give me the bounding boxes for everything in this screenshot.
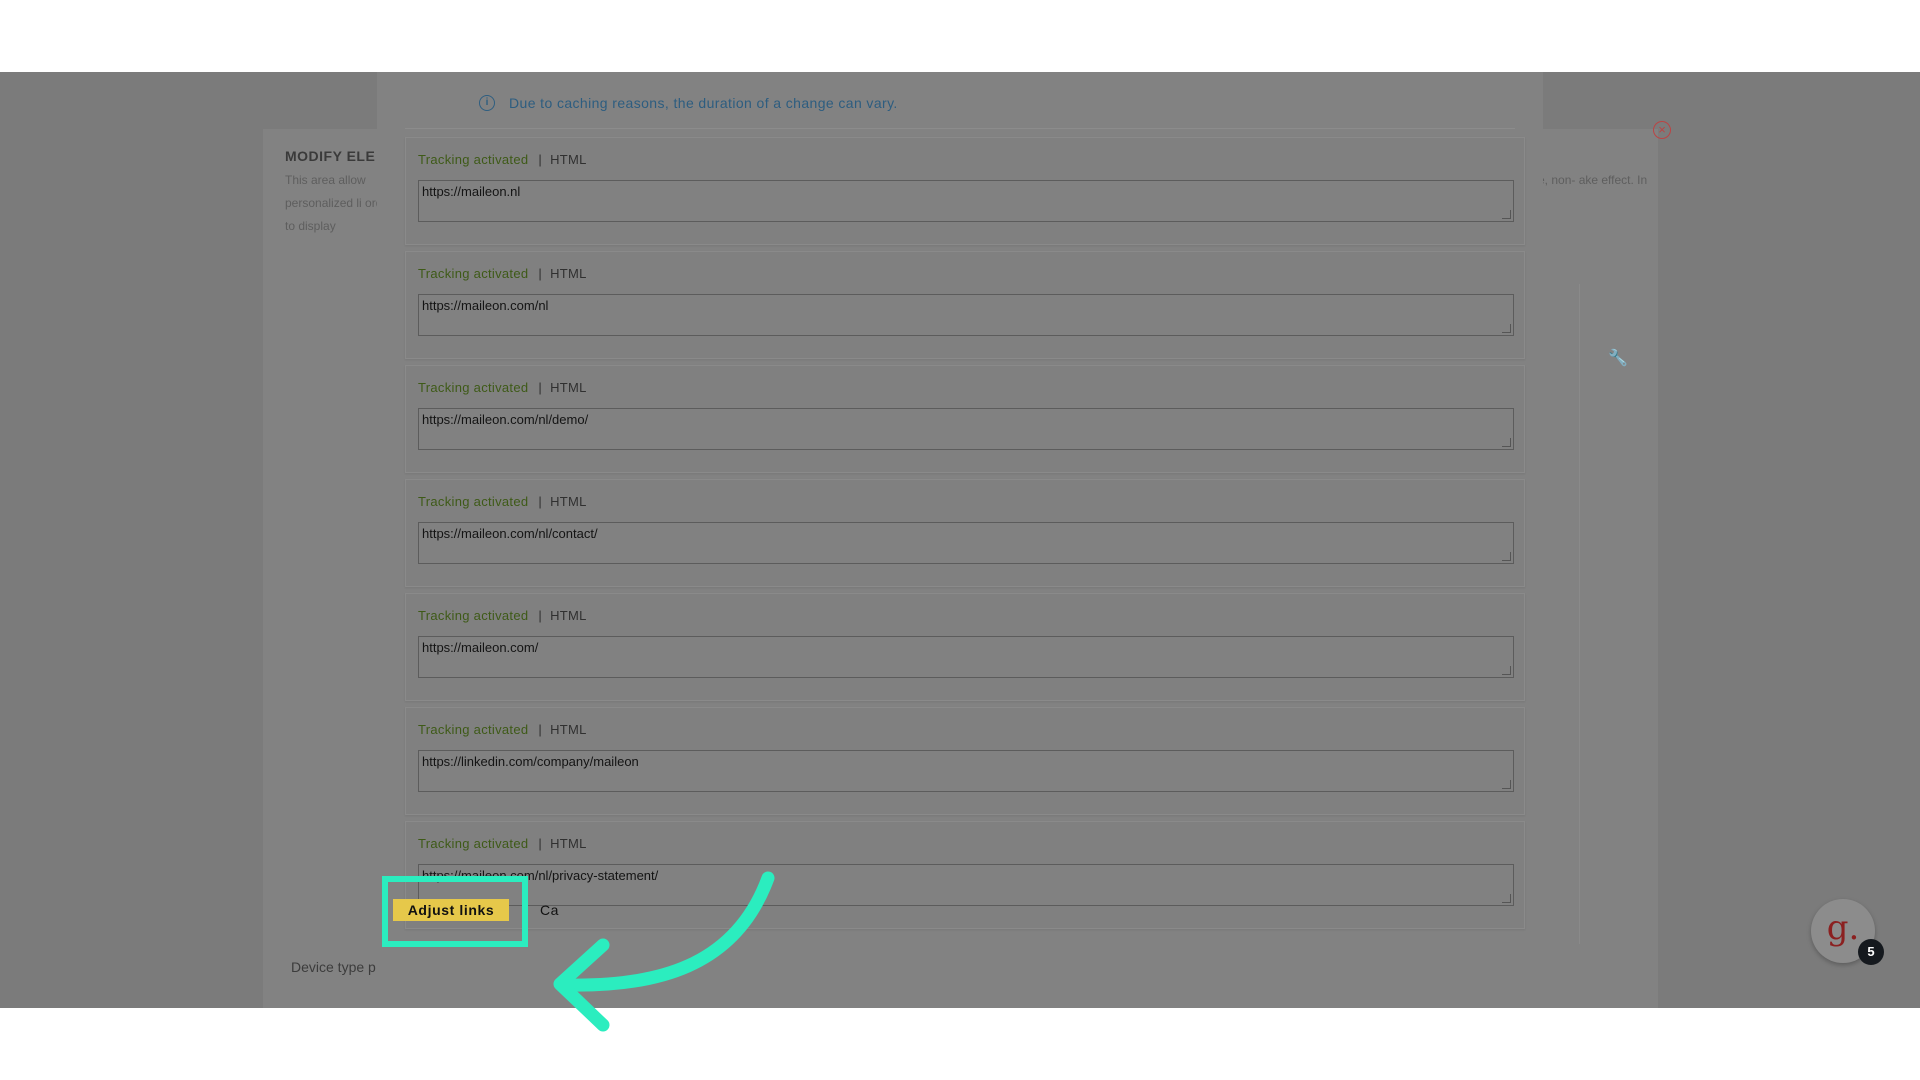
resize-handle-icon[interactable] [1502,438,1511,447]
tracking-status: Tracking activated [418,836,529,851]
tracking-status: Tracking activated [418,608,529,623]
link-item: Tracking activated | HTML https://maileon.… [405,479,1525,587]
adjust-links-modal: i Due to caching reasons, the duration o… [377,72,1543,1008]
url-value: https://maileon.com/nl/demo/ [422,412,589,427]
close-icon[interactable]: × [1653,121,1671,139]
tracking-status: Tracking activated [418,266,529,281]
background-divider [1579,284,1580,944]
tracking-status: Tracking activated [418,722,529,737]
notification-badge: 5 [1858,939,1884,965]
url-textarea[interactable]: https://linkedin.com/company/maileon [418,750,1514,792]
resize-handle-icon[interactable] [1502,894,1511,903]
link-format: HTML [550,608,587,623]
link-format: HTML [550,380,587,395]
url-value: https://maileon.com/nl [422,298,549,313]
link-meta: Tracking activated | HTML [418,836,587,851]
divider [405,128,1515,129]
link-meta: Tracking activated | HTML [418,152,587,167]
url-textarea[interactable]: https://maileon.com/nl/contact/ [418,522,1514,564]
link-meta: Tracking activated | HTML [418,266,587,281]
link-item: Tracking activated | HTML https://maileon.… [405,593,1525,701]
url-textarea[interactable]: https://maileon.com/nl/privacy-statement… [418,864,1514,906]
meta-separator: | [538,608,543,623]
link-meta: Tracking activated | HTML [418,608,587,623]
wrench-icon[interactable]: 🔧 [1608,348,1628,368]
url-value: https://linkedin.com/company/maileon [422,754,639,769]
url-textarea[interactable]: https://maileon.nl [418,180,1514,222]
url-value: https://maileon.com/ [422,640,539,655]
url-value: https://maileon.com/nl/contact/ [422,526,598,541]
meta-separator: | [538,380,543,395]
meta-separator: | [538,266,543,281]
link-format: HTML [550,494,587,509]
page-overlay: MODIFY ELE This area allow personalized … [0,72,1920,1008]
link-item: Tracking activated | HTML https://maileon.… [405,821,1525,929]
background-panel-title: MODIFY ELE [285,148,376,164]
adjust-links-button[interactable]: Adjust links [393,899,509,921]
link-meta: Tracking activated | HTML [418,722,587,737]
url-textarea[interactable]: https://maileon.com/nl [418,294,1514,336]
background-panel-description-right: e, non- ake effect. In [1538,173,1648,187]
tracking-status: Tracking activated [418,152,529,167]
resize-handle-icon[interactable] [1502,780,1511,789]
tracking-status: Tracking activated [418,380,529,395]
link-format: HTML [550,266,587,281]
meta-separator: | [538,494,543,509]
link-item: Tracking activated | HTML https://linkedin… [405,707,1525,815]
link-meta: Tracking activated | HTML [418,494,587,509]
cancel-button[interactable]: Ca [540,899,559,921]
tracking-status: Tracking activated [418,494,529,509]
link-format: HTML [550,722,587,737]
resize-handle-icon[interactable] [1502,210,1511,219]
resize-handle-icon[interactable] [1502,552,1511,561]
info-icon: i [479,95,495,111]
device-type-label: Device type p [291,959,376,975]
url-textarea[interactable]: https://maileon.com/ [418,636,1514,678]
url-textarea[interactable]: https://maileon.com/nl/demo/ [418,408,1514,450]
resize-handle-icon[interactable] [1502,324,1511,333]
link-item: Tracking activated | HTML https://maileon.… [405,251,1525,359]
url-value: https://maileon.nl [422,184,521,199]
link-meta: Tracking activated | HTML [418,380,587,395]
info-text: Due to caching reasons, the duration of … [509,95,898,111]
link-item: Tracking activated | HTML https://maileon.… [405,137,1525,245]
link-format: HTML [550,152,587,167]
link-item: Tracking activated | HTML https://maileon.… [405,365,1525,473]
meta-separator: | [538,836,543,851]
link-format: HTML [550,836,587,851]
resize-handle-icon[interactable] [1502,666,1511,675]
meta-separator: | [538,722,543,737]
meta-separator: | [538,152,543,167]
info-notice: i Due to caching reasons, the duration o… [479,93,898,113]
